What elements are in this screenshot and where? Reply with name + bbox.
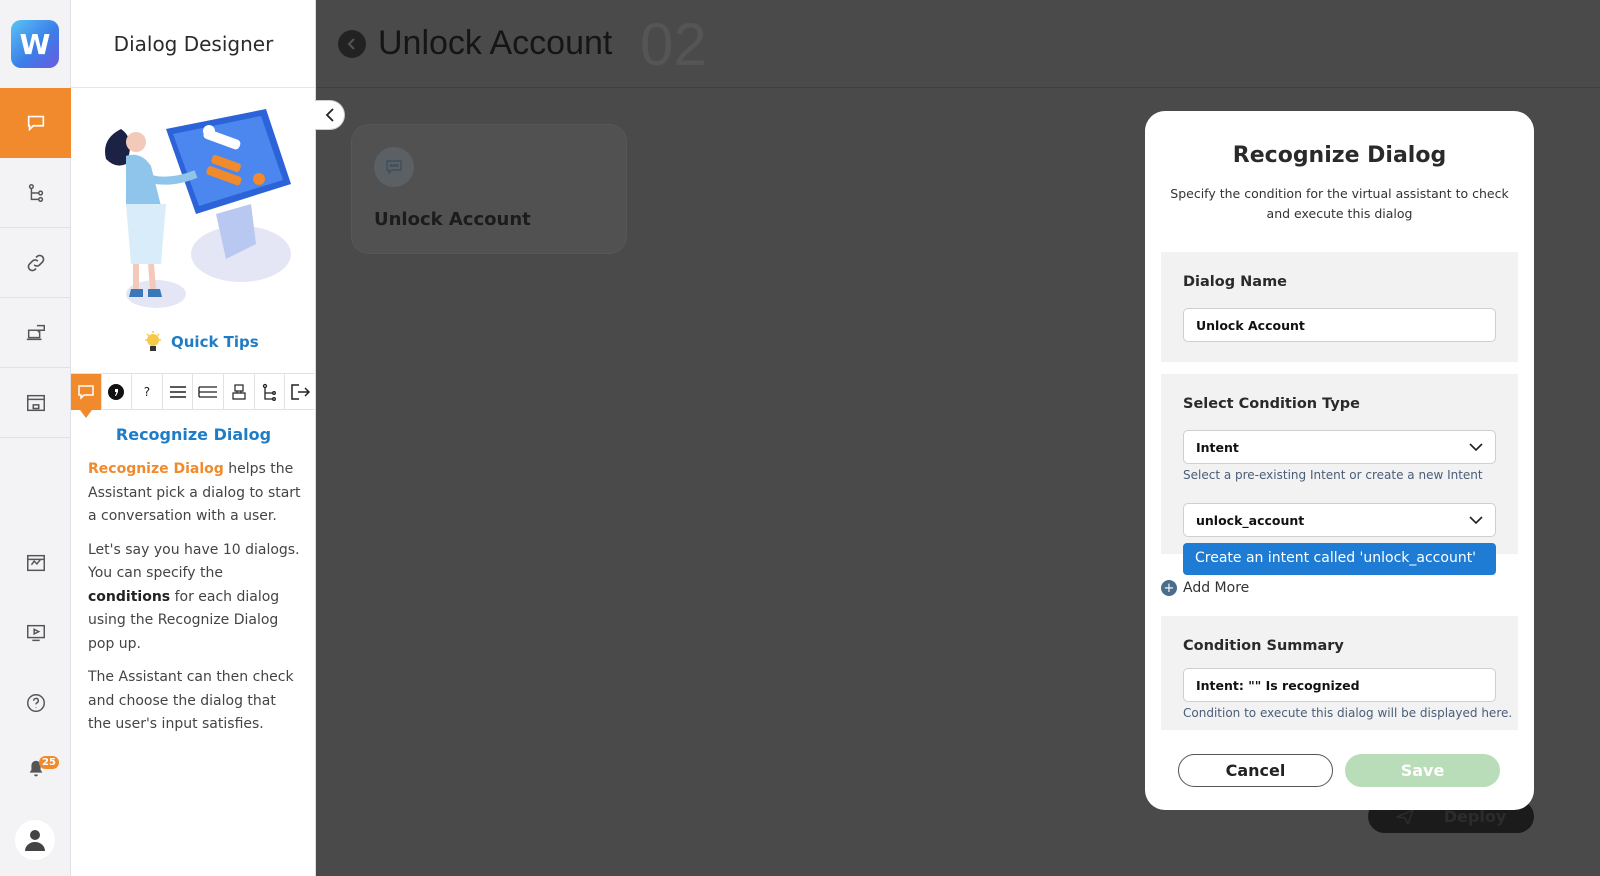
- panel-title: Dialog Designer: [71, 0, 316, 88]
- user-icon: [25, 830, 45, 851]
- dialog-name-input[interactable]: Unlock Account: [1183, 308, 1496, 342]
- save-button[interactable]: Save: [1345, 754, 1500, 787]
- ghost-number: 02: [640, 11, 707, 78]
- notification-badge: 25: [39, 756, 59, 769]
- tip-highlight: Recognize Dialog: [88, 461, 224, 477]
- tip-p2-bold: conditions: [88, 588, 171, 605]
- send-icon: [1395, 808, 1414, 825]
- cancel-button[interactable]: Cancel: [1178, 754, 1333, 787]
- tab-tree[interactable]: [255, 374, 286, 410]
- dialog-card[interactable]: Unlock Account: [351, 124, 627, 254]
- dialog-name-section: Dialog Name Unlock Account: [1161, 252, 1518, 362]
- quote-icon: [108, 384, 125, 400]
- quick-tips-link[interactable]: Quick Tips: [143, 330, 259, 354]
- user-avatar[interactable]: [15, 820, 55, 860]
- intent-value: unlock_account: [1196, 512, 1305, 528]
- logo-letter: W: [19, 27, 51, 61]
- app-logo[interactable]: W: [11, 20, 59, 68]
- chat-bubble-icon: [27, 115, 44, 132]
- designer-illustration: [105, 109, 291, 308]
- question-icon: ?: [143, 385, 151, 399]
- intent-combobox[interactable]: unlock_account: [1183, 503, 1496, 537]
- condition-type-hint: Select a pre-existing Intent or create a…: [1183, 468, 1483, 482]
- list-icon: [169, 386, 186, 398]
- tree-icon: [28, 183, 43, 202]
- card-chat-icon: [374, 147, 414, 187]
- tab-exit[interactable]: [285, 374, 316, 410]
- tip-body: Recognize Dialog helps the Assistant pic…: [88, 458, 303, 747]
- rail-integrations[interactable]: [0, 228, 71, 298]
- tip-paragraph-3: The Assistant can then check and choose …: [88, 669, 294, 732]
- condition-type-section: Select Condition Type Intent Select a pr…: [1161, 374, 1518, 554]
- help-icon: [26, 694, 45, 712]
- chevron-down-icon: [1469, 516, 1483, 524]
- link-icon: [27, 254, 44, 271]
- collapse-panel-button[interactable]: [315, 100, 345, 130]
- rail-dialogs[interactable]: [0, 88, 71, 158]
- condition-type-label: Select Condition Type: [1183, 396, 1361, 412]
- tip-heading: Recognize Dialog: [115, 425, 272, 444]
- video-icon: [26, 624, 45, 642]
- tab-recognize-dialog[interactable]: [71, 374, 102, 418]
- rail-videos[interactable]: [0, 598, 71, 668]
- tip-paragraph-1: Recognize Dialog helps the Assistant pic…: [88, 458, 303, 529]
- back-button[interactable]: [338, 30, 366, 58]
- dialog-name-label: Dialog Name: [1183, 274, 1288, 290]
- tab-robot[interactable]: [224, 374, 255, 410]
- chat-dots-icon: [386, 160, 402, 175]
- dashboard-icon: [26, 554, 45, 572]
- rows-icon: [198, 386, 218, 398]
- condition-summary-section: Condition Summary Intent: "" Is recogniz…: [1161, 616, 1518, 730]
- tip-paragraph-2: Let's say you have 10 dialogs. You can s…: [88, 539, 303, 657]
- tab-question[interactable]: ?: [132, 374, 163, 410]
- rail-analytics[interactable]: [0, 528, 71, 598]
- create-intent-option[interactable]: Create an intent called 'unlock_account': [1183, 543, 1496, 575]
- card-label: Unlock Account: [374, 209, 531, 230]
- add-more-label: Add More: [1183, 580, 1250, 596]
- condition-summary-value: Intent: "" Is recognized: [1196, 677, 1360, 693]
- tree-icon: [263, 383, 277, 401]
- recognize-dialog-modal: Recognize Dialog Specify the condition f…: [1145, 111, 1534, 810]
- dialog-name-value: Unlock Account: [1196, 317, 1305, 333]
- condition-type-value: Intent: [1196, 439, 1239, 455]
- plus-icon: +: [1161, 580, 1177, 596]
- exit-icon: [291, 384, 311, 400]
- modal-title: Recognize Dialog: [1232, 143, 1447, 168]
- lightbulb-icon: [145, 331, 161, 351]
- quick-tips-panel: Dialog Designer Quick Tips ? Recognize D…: [71, 0, 316, 876]
- storefront-icon: [26, 394, 45, 411]
- rail-notifications[interactable]: [0, 734, 71, 804]
- condition-summary-field: Intent: "" Is recognized: [1183, 668, 1496, 702]
- tab-list[interactable]: [163, 374, 194, 410]
- page-title: Unlock Account: [378, 24, 613, 62]
- tab-message[interactable]: [102, 374, 133, 410]
- add-more-button[interactable]: + Add More: [1161, 580, 1249, 596]
- condition-type-select[interactable]: Intent: [1183, 430, 1496, 464]
- condition-summary-label: Condition Summary: [1183, 638, 1344, 654]
- chevron-left-icon: [325, 108, 334, 122]
- icon-rail: W 25: [0, 0, 71, 876]
- rail-store[interactable]: [0, 368, 71, 438]
- robot-icon: [232, 384, 246, 400]
- modal-subtitle: Specify the condition for the virtual as…: [1170, 186, 1509, 221]
- chevron-left-icon: [347, 38, 355, 50]
- tab-rows[interactable]: [193, 374, 224, 410]
- rail-flow[interactable]: [0, 158, 71, 228]
- rail-help[interactable]: [0, 668, 71, 738]
- chevron-down-icon: [1469, 443, 1483, 451]
- condition-summary-hint: Condition to execute this dialog will be…: [1183, 706, 1513, 720]
- quick-tips-label: Quick Tips: [171, 333, 259, 351]
- monitor-chat-icon: [26, 324, 45, 340]
- tip-p2-before: Let's say you have 10 dialogs. You can s…: [88, 541, 300, 582]
- chat-bubble-icon: [78, 385, 94, 400]
- rail-training[interactable]: [0, 298, 71, 368]
- tips-tab-bar: ?: [71, 373, 316, 418]
